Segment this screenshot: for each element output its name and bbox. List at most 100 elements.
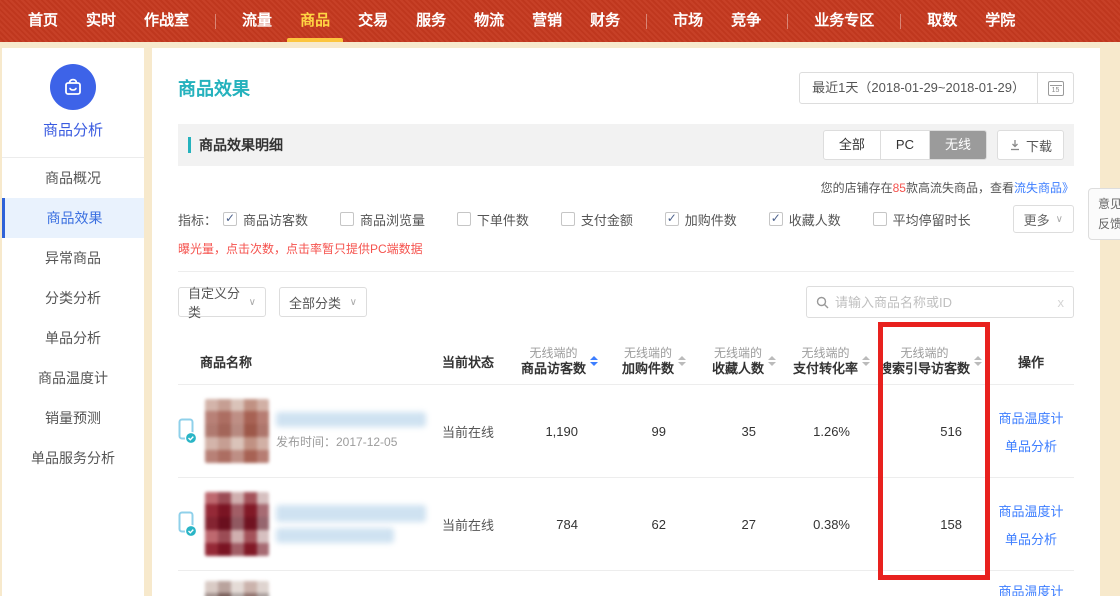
metrics-label: 指标： <box>178 210 217 229</box>
all-category-select[interactable]: 全部分类 ∨ <box>279 287 367 317</box>
checkbox[interactable] <box>769 212 783 226</box>
product-cell[interactable]: 发布时间：2017-12-05 <box>178 399 428 463</box>
visitors-cell: 784 <box>508 517 604 532</box>
metric-favorites[interactable]: 收藏人数 <box>769 210 841 229</box>
sidebar-item-sales-forecast[interactable]: 销量预测 <box>2 398 144 438</box>
product-image-blurred[interactable] <box>205 492 269 556</box>
checkbox[interactable] <box>561 212 575 226</box>
product-name-blurred[interactable] <box>276 528 394 543</box>
col-actions: 操作 <box>988 352 1074 371</box>
checkbox[interactable] <box>665 212 679 226</box>
item-analysis-link[interactable]: 单品分析 <box>1005 529 1057 548</box>
clear-icon[interactable]: x <box>1058 295 1065 310</box>
sidebar-item-goods-effect[interactable]: 商品效果 <box>2 198 144 238</box>
product-search-box[interactable]: x <box>806 286 1074 318</box>
calendar-button[interactable]: 15 <box>1037 73 1073 103</box>
nav-item-realtime[interactable]: 实时 <box>86 0 116 42</box>
sort-icon[interactable] <box>974 356 982 366</box>
product-name-blurred[interactable] <box>276 505 426 522</box>
nav-item-competition[interactable]: 竞争 <box>731 0 761 42</box>
nav-item-warroom[interactable]: 作战室 <box>144 0 189 42</box>
status-cell: 当前在线 <box>428 515 508 534</box>
checkbox[interactable] <box>223 212 237 226</box>
col-status: 当前状态 <box>428 352 508 371</box>
custom-category-select[interactable]: 自定义分类 ∨ <box>178 287 266 317</box>
metric-pay-amount[interactable]: 支付金额 <box>561 210 633 229</box>
loss-count: 85 <box>893 181 906 195</box>
sort-icon[interactable] <box>678 356 686 366</box>
top-nav: 首页 实时 作战室 流量 商品 交易 服务 物流 营销 财务 市场 竞争 业务专… <box>0 0 1120 42</box>
metric-avg-stay[interactable]: 平均停留时长 <box>873 210 971 229</box>
nav-item-marketing[interactable]: 营销 <box>532 0 562 42</box>
sort-icon[interactable] <box>768 356 776 366</box>
product-cell[interactable] <box>178 492 428 556</box>
goods-analysis-icon[interactable] <box>50 64 96 110</box>
metric-cart-adds[interactable]: 加购件数 <box>665 210 737 229</box>
more-metrics-button[interactable]: 更多 ∨ <box>1013 205 1074 233</box>
detail-section-bar: 商品效果明细 全部 PC 无线 下载 <box>178 124 1074 166</box>
date-range-value: 最近1天（2018-01-29~2018-01-29） <box>800 73 1037 103</box>
nav-item-market[interactable]: 市场 <box>673 0 703 42</box>
product-image-blurred[interactable] <box>205 581 269 596</box>
sidebar-item-goods-thermometer[interactable]: 商品温度计 <box>2 358 144 398</box>
nav-item-goods[interactable]: 商品 <box>300 0 330 42</box>
product-name-blurred[interactable] <box>276 412 426 427</box>
filters-row: 自定义分类 ∨ 全部分类 ∨ x <box>178 286 1074 318</box>
nav-item-data[interactable]: 取数 <box>927 0 957 42</box>
nav-item-trade[interactable]: 交易 <box>358 0 388 42</box>
mobile-verified-icon <box>178 418 198 445</box>
checkbox[interactable] <box>457 212 471 226</box>
col-wireless-visitors[interactable]: 无线端的商品访客数 <box>508 346 604 377</box>
sidebar-item-abnormal-goods[interactable]: 异常商品 <box>2 238 144 278</box>
thermometer-link[interactable]: 商品温度计 <box>998 501 1063 520</box>
page-title: 商品效果 <box>178 75 250 101</box>
download-button[interactable]: 下载 <box>997 130 1064 160</box>
sidebar-item-single-item-analysis[interactable]: 单品分析 <box>2 318 144 358</box>
col-wireless-cart-adds[interactable]: 无线端的加购件数 <box>604 346 692 377</box>
search-input[interactable] <box>835 295 1052 310</box>
sidebar-item-item-service-analysis[interactable]: 单品服务分析 <box>2 438 144 478</box>
sort-icon[interactable] <box>590 356 598 366</box>
sidebar-item-goods-overview[interactable]: 商品概况 <box>2 158 144 198</box>
metric-visitor-count[interactable]: 商品访客数 <box>223 210 308 229</box>
product-image-blurred[interactable] <box>205 399 269 463</box>
chevron-down-icon: ∨ <box>350 297 357 308</box>
sidebar-item-category-analysis[interactable]: 分类分析 <box>2 278 144 318</box>
page: 首页 实时 作战室 流量 商品 交易 服务 物流 营销 财务 市场 竞争 业务专… <box>0 0 1120 596</box>
col-wireless-search-visitors[interactable]: 无线端的搜索引导访客数 <box>876 346 988 377</box>
table-header: 商品名称 当前状态 无线端的商品访客数 无线端的加购件数 无线端的收藏人数 无线… <box>178 338 1074 384</box>
feedback-tab[interactable]: 意见 反馈 <box>1088 188 1120 240</box>
tab-all[interactable]: 全部 <box>824 131 880 159</box>
nav-item-home[interactable]: 首页 <box>28 0 58 42</box>
tab-pc[interactable]: PC <box>880 131 929 159</box>
nav-item-academy[interactable]: 学院 <box>985 0 1015 42</box>
tab-wireless[interactable]: 无线 <box>929 131 986 159</box>
status-cell: 当前在线 <box>428 422 508 441</box>
thermometer-link[interactable]: 商品温度计 <box>998 581 1063 596</box>
checkbox[interactable] <box>340 212 354 226</box>
date-range-picker[interactable]: 最近1天（2018-01-29~2018-01-29） 15 <box>799 72 1074 104</box>
sort-icon[interactable] <box>862 356 870 366</box>
loss-goods-link[interactable]: 流失商品》 <box>1014 181 1074 195</box>
nav-divider <box>900 14 901 29</box>
item-analysis-link[interactable]: 单品分析 <box>1005 436 1057 455</box>
sidebar-section-label[interactable]: 商品分析 <box>2 119 144 140</box>
checkbox[interactable] <box>873 212 887 226</box>
conversion-cell: 1.26% <box>782 424 876 439</box>
col-wireless-conversion[interactable]: 无线端的支付转化率 <box>782 346 876 377</box>
nav-item-logistics[interactable]: 物流 <box>474 0 504 42</box>
pc-only-note: 曝光量，点击次数，点击率暂只提供PC端数据 <box>178 240 1074 257</box>
nav-item-finance[interactable]: 财务 <box>590 0 620 42</box>
product-cell[interactable] <box>178 581 428 596</box>
chevron-down-icon: ∨ <box>1056 214 1063 225</box>
thermometer-link[interactable]: 商品温度计 <box>998 408 1063 427</box>
nav-item-bizzone[interactable]: 业务专区 <box>814 0 874 42</box>
metric-view-count[interactable]: 商品浏览量 <box>340 210 425 229</box>
nav-item-traffic[interactable]: 流量 <box>242 0 272 42</box>
nav-item-service[interactable]: 服务 <box>416 0 446 42</box>
mobile-verified-icon <box>178 511 198 538</box>
col-wireless-favorites[interactable]: 无线端的收藏人数 <box>692 346 782 377</box>
nav-divider <box>215 14 216 29</box>
divider <box>178 271 1074 272</box>
metric-order-count[interactable]: 下单件数 <box>457 210 529 229</box>
